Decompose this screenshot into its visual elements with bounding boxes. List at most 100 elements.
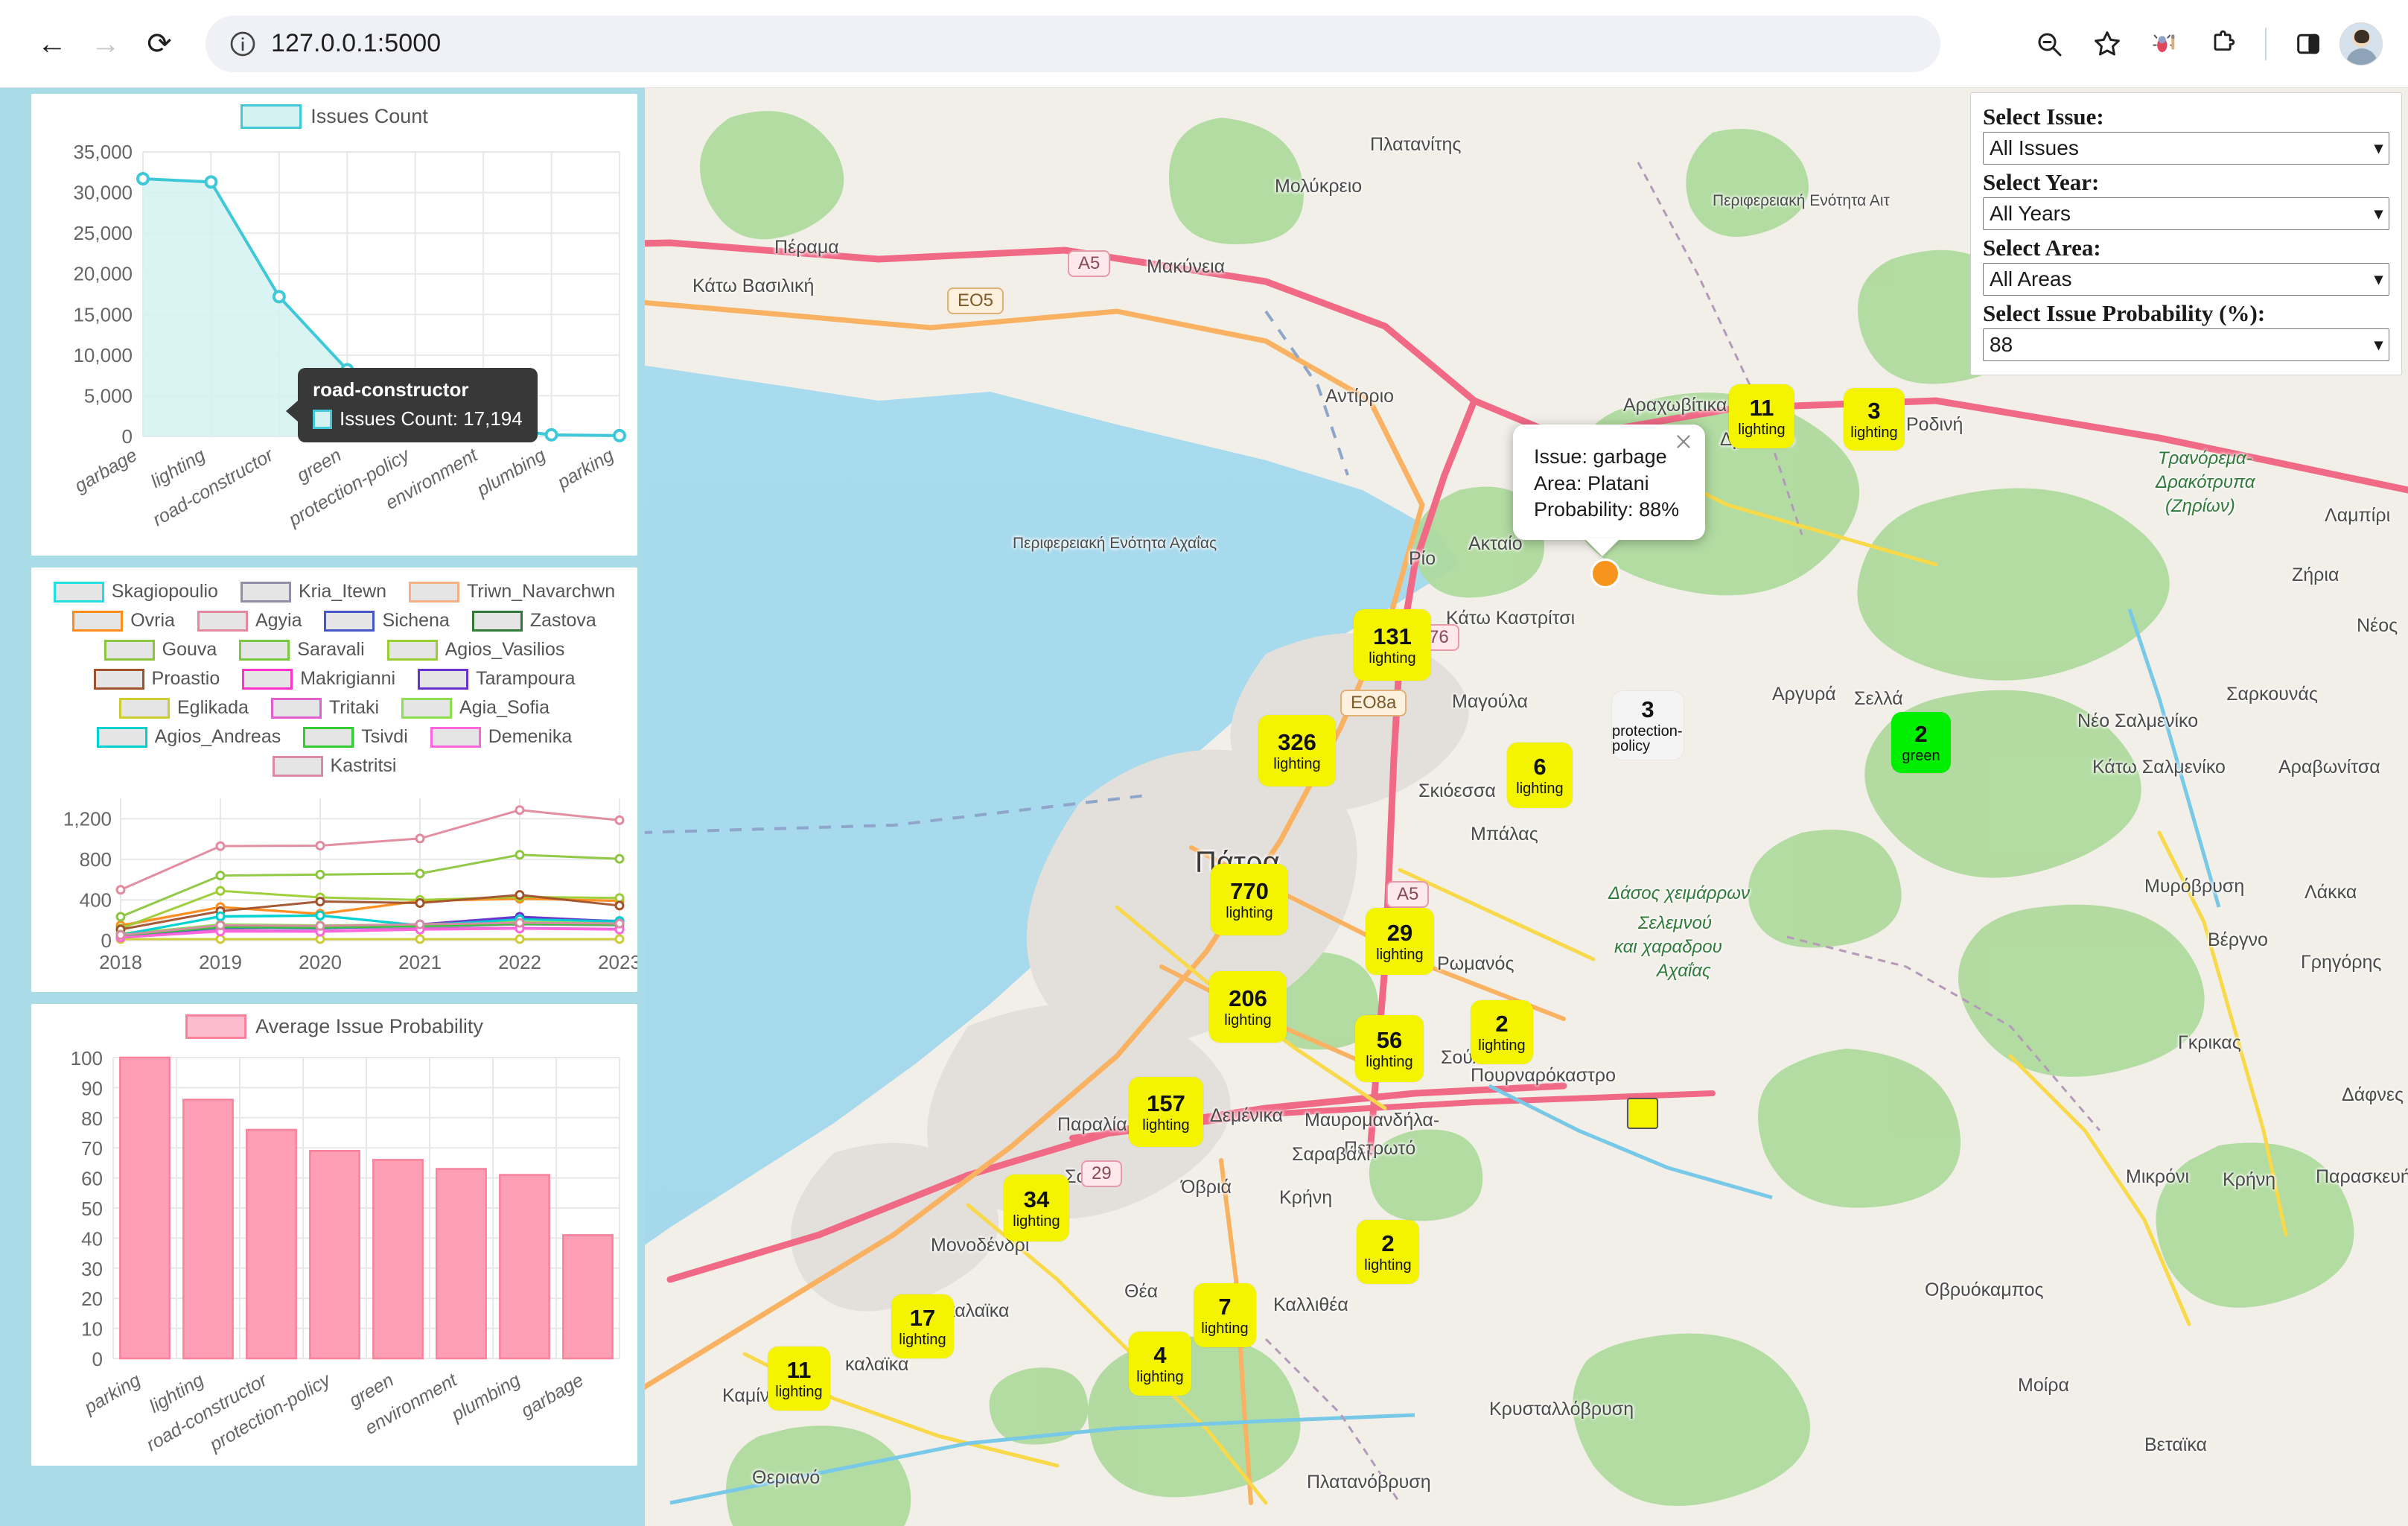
map-marker-lighting[interactable]: 4lighting <box>1129 1332 1191 1396</box>
address-bar[interactable]: 127.0.0.1:5000 <box>206 16 1940 72</box>
select-year-dropdown[interactable]: All Years ▾ <box>1983 197 2389 230</box>
map-marker-lighting[interactable]: 157lighting <box>1129 1077 1203 1147</box>
marker-count: 2 <box>1914 722 1927 745</box>
legend-item[interactable]: Tsivdi <box>303 726 408 748</box>
marker-count: 11 <box>787 1358 812 1382</box>
legend-item[interactable]: Issues Count <box>241 104 428 129</box>
select-probability-dropdown[interactable]: 88 ▾ <box>1983 328 2389 361</box>
legend-item[interactable]: Saravali <box>239 639 364 661</box>
svg-text:90: 90 <box>81 1077 103 1099</box>
legend-item[interactable]: Makrigianni <box>242 668 395 690</box>
svg-text:10: 10 <box>81 1318 103 1341</box>
map-marker-lighting[interactable]: 6lighting <box>1507 743 1573 808</box>
legend-item[interactable]: Average Issue Probability <box>185 1014 483 1039</box>
bookmark-star-icon[interactable] <box>2080 17 2134 71</box>
legend-label: Tarampoura <box>476 668 575 690</box>
marker-count: 131 <box>1373 625 1412 648</box>
area-trends-legend: Skagiopoulio Kria_Itewn Triwn_Navarchwn Ovr… <box>31 568 637 777</box>
legend-swatch <box>273 756 323 777</box>
extensions-puzzle-icon[interactable] <box>2197 17 2250 71</box>
legend-item[interactable]: Tritaki <box>271 697 379 719</box>
legend-label: Saravali <box>297 639 364 661</box>
map-marker-lighting[interactable]: 770lighting <box>1211 864 1288 935</box>
selected-issue-point[interactable] <box>1590 559 1620 588</box>
map-marker-lighting[interactable]: 34lighting <box>1004 1174 1069 1242</box>
popup-area-line: Area: Platani <box>1534 471 1686 497</box>
legend-item[interactable]: Proastio <box>94 668 220 690</box>
marker-count: 17 <box>910 1306 935 1329</box>
marker-issue-type: lighting <box>1376 947 1423 962</box>
legend-item[interactable]: Eglikada <box>119 697 249 719</box>
map-marker-lighting[interactable]: 2lighting <box>1471 1000 1533 1064</box>
map-marker-lighting[interactable]: 11lighting <box>1729 384 1794 448</box>
legend-item[interactable]: Kria_Itewn <box>241 581 386 603</box>
info-circle-icon[interactable] <box>226 28 259 60</box>
legend-item[interactable]: Skagiopoulio <box>54 581 218 603</box>
legend-item[interactable]: Agyia <box>197 610 302 632</box>
map-marker-lighting[interactable]: 11 lighting <box>768 1347 830 1411</box>
reload-icon[interactable]: ⟳ <box>133 17 186 71</box>
legend-item[interactable]: Sichena <box>324 610 449 632</box>
legend-item[interactable]: Agia_Sofia <box>401 697 550 719</box>
svg-text:protection-policy: protection-policy <box>284 444 414 531</box>
legend-item[interactable]: Gouva <box>104 639 217 661</box>
legend-item[interactable]: Tarampoura <box>418 668 575 690</box>
marker-issue-type: lighting <box>1516 781 1563 796</box>
select-issue-dropdown[interactable]: All Issues ▾ <box>1983 132 2389 165</box>
svg-text:2021: 2021 <box>398 951 442 973</box>
avatar[interactable] <box>2339 22 2383 66</box>
legend-label: Demenika <box>488 726 573 748</box>
zoom-out-icon[interactable] <box>2022 17 2076 71</box>
legend-label: Agios_Andreas <box>155 726 281 748</box>
map-marker-lighting[interactable]: 131 lighting <box>1354 609 1431 681</box>
address-bar-url[interactable]: 127.0.0.1:5000 <box>271 29 441 58</box>
legend-item[interactable]: Agios_Andreas <box>97 726 281 748</box>
area-trends-chart-card: Skagiopoulio Kria_Itewn Triwn_Navarchwn Ovr… <box>31 568 637 992</box>
map-marker-lighting[interactable]: 17lighting <box>891 1294 954 1358</box>
chart-tooltip: road-constructor Issues Count: 17,194 <box>298 368 538 442</box>
road-shield: A5 <box>1386 881 1429 908</box>
legend-label: Eglikada <box>177 697 249 719</box>
marker-issue-type: lighting <box>1369 651 1415 666</box>
legend-item[interactable]: Triwn_Navarchwn <box>409 581 615 603</box>
legend-item[interactable]: Demenika <box>430 726 573 748</box>
marker-issue-type: lighting <box>1226 906 1273 921</box>
marker-issue-type: lighting <box>1738 422 1785 437</box>
select-area-dropdown[interactable]: All Areas ▾ <box>1983 263 2389 296</box>
side-panel-icon[interactable] <box>2281 17 2335 71</box>
map-marker-lighting[interactable]: 7lighting <box>1194 1283 1256 1347</box>
svg-text:5,000: 5,000 <box>84 384 133 407</box>
bug-extension-icon[interactable] <box>2138 17 2192 71</box>
marker-issue-type: lighting <box>775 1384 822 1399</box>
map-marker-green[interactable]: 2green <box>1891 712 1951 773</box>
legend-item[interactable]: Ovria <box>72 610 175 632</box>
map-marker-lighting[interactable]: 326lighting <box>1258 715 1336 786</box>
map-marker-lighting[interactable]: 2lighting <box>1357 1220 1419 1284</box>
map-marker-unlabeled[interactable] <box>1627 1098 1658 1129</box>
map-marker-lighting[interactable]: 56lighting <box>1355 1015 1424 1082</box>
legend-label: Agyia <box>255 610 302 632</box>
legend-swatch <box>54 582 104 603</box>
browser-toolbar: ← → ⟳ 127.0.0.1:5000 <box>0 0 2408 88</box>
forward-arrow-icon[interactable]: → <box>79 17 133 71</box>
legend-swatch <box>119 698 170 719</box>
map-marker-protection-policy[interactable]: 3protection-policy <box>1612 691 1684 760</box>
svg-text:2020: 2020 <box>299 951 342 973</box>
select-issue-value: All Issues <box>1990 136 2079 160</box>
map-marker-lighting[interactable]: 206lighting <box>1209 971 1287 1043</box>
back-arrow-icon[interactable]: ← <box>25 17 79 71</box>
marker-issue-type: lighting <box>1224 1013 1271 1028</box>
legend-item[interactable]: Zastova <box>472 610 596 632</box>
svg-text:30,000: 30,000 <box>73 182 133 204</box>
legend-label: Skagiopoulio <box>112 581 218 603</box>
map-marker-lighting[interactable]: 3lighting <box>1844 388 1905 451</box>
legend-swatch <box>242 669 293 690</box>
legend-swatch <box>271 698 322 719</box>
svg-text:road-constructor: road-constructor <box>149 444 278 530</box>
road-shield: 29 <box>1081 1160 1122 1187</box>
legend-item[interactable]: Agios_Vasilios <box>387 639 565 661</box>
close-icon[interactable] <box>1672 430 1695 453</box>
svg-text:2022: 2022 <box>498 951 541 973</box>
map-marker-lighting[interactable]: 29lighting <box>1366 908 1434 975</box>
legend-item[interactable]: Kastritsi <box>273 755 397 777</box>
